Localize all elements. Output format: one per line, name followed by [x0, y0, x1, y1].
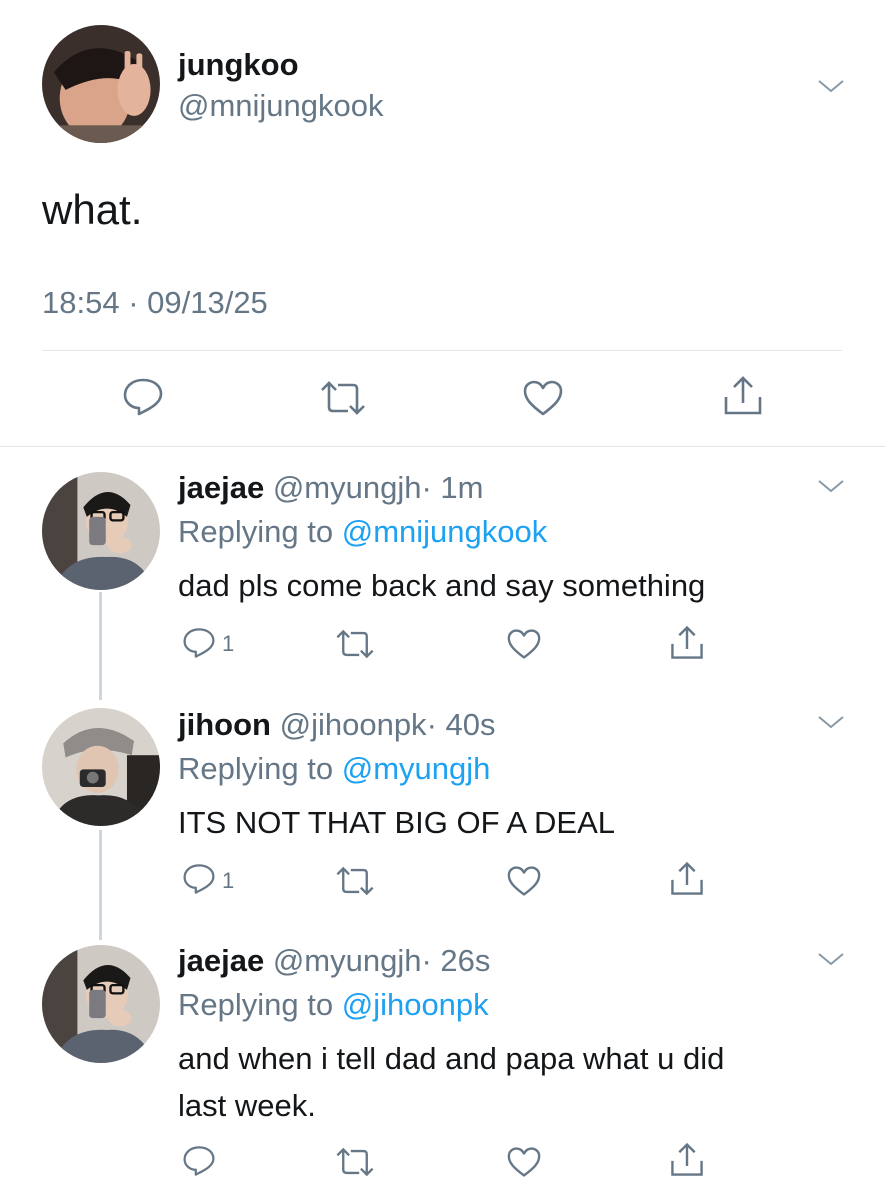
reply-icon[interactable] [182, 863, 216, 895]
thread-line [99, 592, 102, 700]
time-ago: · 40s [426, 707, 496, 742]
chevron-down-icon[interactable] [817, 78, 845, 94]
like-icon[interactable] [506, 1146, 542, 1178]
reply-header: jihoon @jihoonpk· 40s [178, 707, 495, 743]
reply-count: 1 [222, 868, 235, 893]
avatar-photo [42, 708, 160, 826]
reply-icon[interactable] [122, 377, 164, 417]
avatar[interactable] [42, 472, 160, 590]
retweet-icon[interactable] [334, 628, 376, 660]
divider [42, 350, 842, 351]
reply-text-line-1: and when i tell dad and papa what u did [178, 1041, 725, 1076]
replying-to-label: Replying to [178, 987, 334, 1022]
reply-text: ITS NOT THAT BIG OF A DEAL [178, 805, 615, 840]
reply-count: 1 [222, 631, 235, 656]
share-icon[interactable] [721, 375, 765, 417]
reply-icon[interactable] [182, 627, 216, 659]
retweet-icon[interactable] [334, 865, 376, 897]
share-icon[interactable] [668, 1142, 706, 1178]
mention-link[interactable]: @myungjh [342, 751, 491, 786]
like-icon[interactable] [506, 865, 542, 897]
mention-link[interactable]: @jihoonpk [342, 987, 489, 1022]
mention-link[interactable]: @mnijungkook [342, 514, 548, 549]
chevron-down-icon[interactable] [817, 951, 845, 967]
handle[interactable]: @myungjh [273, 943, 422, 978]
display-name[interactable]: jaejae [178, 470, 264, 505]
handle[interactable]: @myungjh [273, 470, 422, 505]
reply-header: jaejae @myungjh· 26s [178, 943, 490, 979]
replying-to: Replying to @mnijungkook [178, 514, 547, 550]
like-icon[interactable] [506, 628, 542, 660]
avatar[interactable] [42, 708, 160, 826]
handle[interactable]: @jihoonpk [280, 707, 427, 742]
reply-text: dad pls come back and say something [178, 568, 706, 603]
avatar[interactable] [42, 25, 160, 143]
display-name[interactable]: jaejae [178, 943, 264, 978]
time-ago: · 26s [421, 943, 491, 978]
section-divider [0, 446, 885, 447]
avatar[interactable] [42, 945, 160, 1063]
avatar-photo [42, 25, 160, 143]
chevron-down-icon[interactable] [817, 478, 845, 494]
thread-line [99, 830, 102, 940]
chevron-down-icon[interactable] [817, 714, 845, 730]
reply-text-line-2: last week. [178, 1088, 316, 1123]
retweet-icon[interactable] [318, 379, 368, 417]
replying-to: Replying to @jihoonpk [178, 987, 489, 1023]
replying-to-label: Replying to [178, 751, 334, 786]
tweet-text: what. [42, 186, 143, 233]
display-name[interactable]: jihoon [178, 707, 271, 742]
replying-to-label: Replying to [178, 514, 334, 549]
avatar-photo [42, 945, 160, 1063]
share-icon[interactable] [668, 625, 706, 661]
reply-icon[interactable] [182, 1145, 216, 1177]
reply-header: jaejae @myungjh· 1m [178, 470, 483, 506]
avatar-photo [42, 472, 160, 590]
share-icon[interactable] [668, 861, 706, 897]
replying-to: Replying to @myungjh [178, 751, 490, 787]
like-icon[interactable] [522, 379, 564, 417]
display-name[interactable]: jungkoo [178, 47, 299, 83]
time-ago: · 1m [421, 470, 484, 505]
handle[interactable]: @mnijungkook [178, 88, 384, 124]
timestamp: 18:54 · 09/13/25 [42, 285, 268, 320]
retweet-icon[interactable] [334, 1146, 376, 1178]
